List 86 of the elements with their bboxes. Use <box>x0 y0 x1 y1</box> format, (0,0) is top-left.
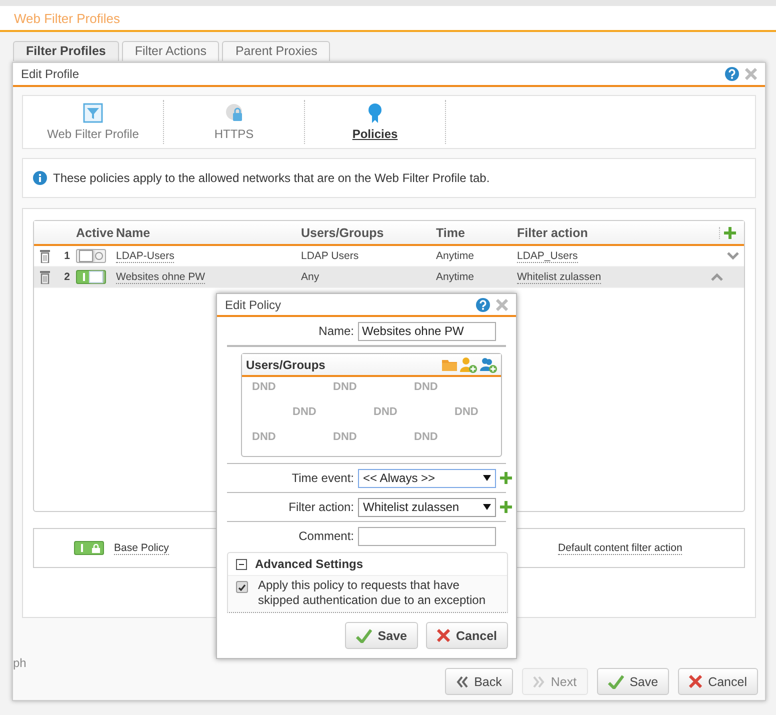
drop-hint: DND <box>292 406 318 420</box>
add-icon[interactable] <box>724 226 736 238</box>
comment-field[interactable] <box>358 526 496 546</box>
checkmark-icon <box>356 628 372 642</box>
cross-icon <box>437 629 450 642</box>
drop-hint: DND <box>333 381 358 395</box>
table-cell-text: Anytime <box>436 250 475 262</box>
help-icon[interactable] <box>725 67 739 81</box>
time-event-dropdown[interactable]: << Always >> <box>358 468 496 488</box>
panel-title: Users/Groups <box>246 358 326 372</box>
info-icon <box>33 171 47 185</box>
policy-name-link[interactable]: LDAP-Users <box>116 250 174 263</box>
column-header: Name <box>116 226 152 240</box>
trash-icon[interactable] <box>40 249 50 263</box>
drop-hint: DND <box>414 381 439 395</box>
section-tab[interactable]: HTTPS <box>164 100 305 144</box>
dialog-title: Edit Profile <box>21 67 80 81</box>
table-cell-text: Any <box>301 271 320 283</box>
column-header: Filter action <box>517 226 589 240</box>
add-group-icon[interactable] <box>480 356 497 372</box>
chevron-down-icon[interactable] <box>727 252 739 260</box>
column-header: Active <box>76 226 115 240</box>
policy-name-link[interactable]: Websites ohne PW <box>116 271 206 284</box>
name-field[interactable]: Websites ohne PW <box>358 322 496 340</box>
dialog-title: Edit Policy <box>225 298 282 312</box>
add-user-icon[interactable] <box>460 356 477 372</box>
tab[interactable]: Parent Proxies <box>222 41 330 61</box>
filter-action-dropdown[interactable]: Whitelist zulassen <box>358 498 496 516</box>
close-icon[interactable] <box>745 68 757 80</box>
checkbox[interactable] <box>236 581 248 593</box>
toggle-off[interactable] <box>76 249 106 263</box>
trash-icon[interactable] <box>40 270 50 284</box>
close-icon[interactable] <box>496 298 508 310</box>
section-tab[interactable]: Policies <box>305 100 446 144</box>
checkmark-icon <box>238 584 246 590</box>
column-header: Users/Groups <box>301 226 385 240</box>
drop-hint: DND <box>252 431 277 445</box>
policy-name-link[interactable]: Base Policy <box>114 542 169 555</box>
dropdown-arrow-icon <box>483 475 491 481</box>
funnel-icon <box>83 103 103 123</box>
checkbox-label: Apply this policy to requests that have skipped authentication due to an exception <box>258 578 487 608</box>
row-number: 2 <box>63 271 71 283</box>
cancel-button[interactable]: Cancel <box>678 668 758 695</box>
section-title: Advanced Settings <box>255 557 364 571</box>
drop-hint: DND <box>333 431 358 445</box>
field-label: Time event: <box>292 471 354 485</box>
add-icon[interactable] <box>500 472 512 484</box>
drop-hint: DND <box>454 406 480 420</box>
dropdown-arrow-icon <box>483 504 491 510</box>
add-icon[interactable] <box>500 501 512 513</box>
filter-action-link[interactable]: Default content filter action <box>558 542 682 555</box>
lock-icon <box>91 544 101 552</box>
help-icon[interactable] <box>476 298 490 312</box>
field-label: Filter action: <box>288 500 354 514</box>
save-button[interactable]: Save <box>344 622 418 649</box>
globe-lock-icon <box>224 103 244 123</box>
selected-row[interactable]: 2 Websites ohne PW Any Anytime Whitelist zulassen <box>34 267 744 288</box>
collapse-icon[interactable] <box>236 558 247 570</box>
drop-hint: DND <box>374 406 398 420</box>
table-cell-text: LDAP Users <box>301 250 360 262</box>
section-tab[interactable]: Web Filter Profile <box>23 100 164 144</box>
back-button[interactable]: Back <box>445 668 513 695</box>
checkmark-icon <box>608 674 624 688</box>
table-cell-text: Anytime <box>436 271 475 283</box>
column-header: Time <box>436 226 466 240</box>
toggle-on[interactable] <box>76 270 106 284</box>
cut-off-text: ph <box>13 656 26 670</box>
field-label: Name: <box>318 324 354 338</box>
save-button[interactable]: Save <box>596 668 670 695</box>
cancel-button[interactable]: Cancel <box>426 622 508 649</box>
folder-icon[interactable] <box>442 358 457 370</box>
row-number: 1 <box>63 250 71 262</box>
field-label: Comment: <box>298 529 354 543</box>
tab[interactable]: Filter Actions <box>122 41 220 61</box>
drop-hint: DND <box>414 431 439 445</box>
drop-hint: DND <box>252 381 277 395</box>
page-title: Web Filter Profiles <box>14 10 120 26</box>
chevron-up-icon[interactable] <box>711 273 723 281</box>
double-chevron-left-icon <box>456 676 468 688</box>
double-chevron-right-icon <box>532 676 545 688</box>
filter-action-link[interactable]: Whitelist zulassen <box>517 271 602 284</box>
info-text: These policies apply to the allowed networks that are on the Web Filter Profile tab. <box>53 171 490 185</box>
ribbon-icon <box>367 103 383 123</box>
filter-action-link[interactable]: LDAP_Users <box>517 250 578 263</box>
cross-icon <box>689 675 702 688</box>
tab[interactable]: Filter Profiles <box>13 41 119 61</box>
